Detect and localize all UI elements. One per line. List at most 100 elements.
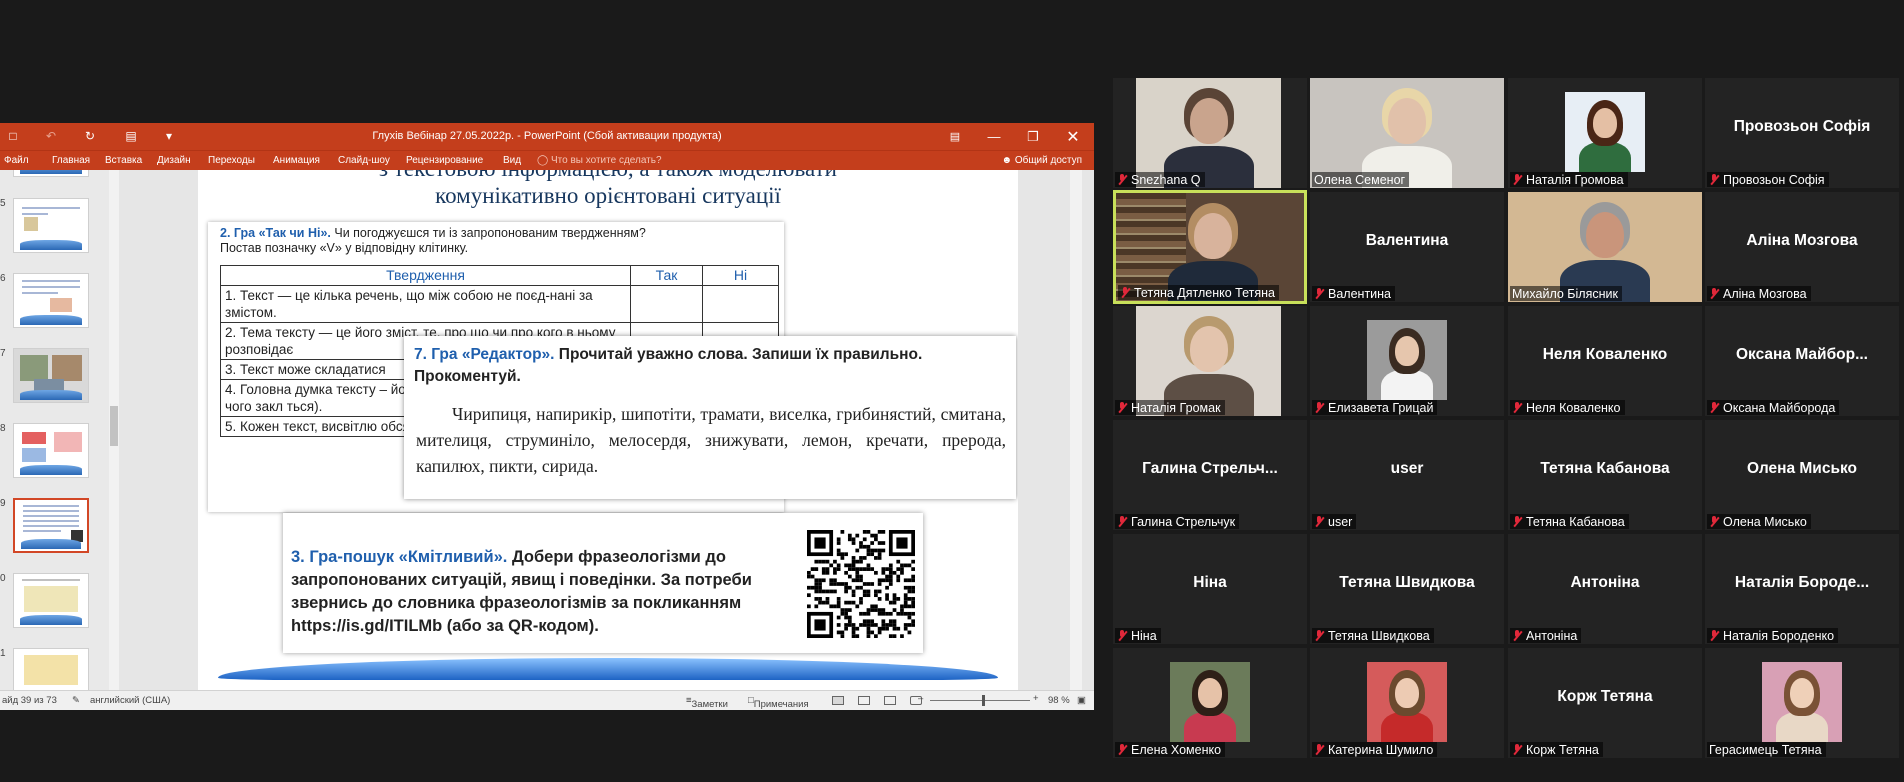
slide-thumbnail[interactable] xyxy=(13,273,89,328)
participant-tile[interactable]: Валентина Валентина xyxy=(1310,192,1504,302)
thumbnail-number: 9 xyxy=(0,498,6,509)
tab-design[interactable]: Дизайн xyxy=(157,155,191,166)
participant-name: Тетяна Кабанова xyxy=(1526,515,1625,529)
muted-mic-icon xyxy=(1709,516,1719,528)
participant-tile[interactable]: Ніна Ніна xyxy=(1113,534,1307,644)
participant-tile[interactable]: Герасимець Тетяна xyxy=(1705,648,1899,758)
muted-mic-icon xyxy=(1314,744,1324,756)
current-slide[interactable]: з текстовою інформацією, а також моделюв… xyxy=(198,170,1018,690)
participant-tile[interactable]: Наталія Бороде... Наталія Бороденко xyxy=(1705,534,1899,644)
tab-view[interactable]: Вид xyxy=(503,155,521,166)
participant-tile[interactable]: Неля Коваленко Неля Коваленко xyxy=(1508,306,1702,416)
zoom-slider[interactable] xyxy=(930,700,1030,701)
thumbnail-number: 0 xyxy=(0,573,6,584)
participant-tile[interactable]: user user xyxy=(1310,420,1504,530)
reading-view-icon[interactable] xyxy=(884,696,896,705)
participant-name: Snezhana Q xyxy=(1131,173,1201,187)
tab-file[interactable]: Файл xyxy=(4,155,29,166)
zoom-in-icon[interactable]: + xyxy=(1033,693,1039,704)
slide-thumbnail[interactable] xyxy=(13,170,89,177)
spellcheck-icon[interactable]: ✎ xyxy=(72,695,80,706)
participant-tile[interactable]: Аліна Мозгова Аліна Мозгова xyxy=(1705,192,1899,302)
comments-button[interactable]: □ Примечания xyxy=(748,695,809,710)
participant-name-label: Олена Семеног xyxy=(1312,172,1410,187)
slide-editor: з текстовою інформацією, а також моделюв… xyxy=(121,170,1082,690)
minimize-button[interactable]: — xyxy=(974,123,1014,150)
close-button[interactable]: ✕ xyxy=(1053,123,1093,150)
ribbon-tabs: Файл Главная Вставка Дизайн Переходы Ани… xyxy=(0,150,1094,170)
participant-tile[interactable]: Михайло Білясник xyxy=(1508,192,1702,302)
participant-tile[interactable]: Елизавета Грицай xyxy=(1310,306,1504,416)
participant-tile[interactable]: Тетяна Швидкова Тетяна Швидкова xyxy=(1310,534,1504,644)
slide-thumbnail-active[interactable] xyxy=(13,498,89,553)
normal-view-icon[interactable] xyxy=(832,696,844,705)
window-title: Глухів Вебінар 27.05.2022р. - PowerPoint… xyxy=(372,130,722,142)
task-editor-question: 7. Гра «Редактор». Прочитай уважно слова… xyxy=(414,344,1006,388)
participant-tile[interactable]: Олена Семеног xyxy=(1310,78,1504,188)
zoom-level[interactable]: 98 % xyxy=(1048,695,1070,706)
task-title: 7. Гра «Редактор». xyxy=(414,346,555,363)
slide-thumbnail[interactable] xyxy=(13,648,89,690)
participant-name: Валентина xyxy=(1328,287,1392,301)
participant-name-label: Михайло Білясник xyxy=(1510,286,1622,301)
participant-tile[interactable]: Олена Мисько Олена Мисько xyxy=(1705,420,1899,530)
participant-display-name: Антоніна xyxy=(1570,574,1640,591)
participant-tile[interactable]: Антоніна Антоніна xyxy=(1508,534,1702,644)
muted-mic-icon xyxy=(1512,516,1522,528)
misspelled-words: Чирипиця, напирикір, шипотіти, трамати, … xyxy=(416,404,1006,476)
participant-name-label: Тетяна Кабанова xyxy=(1510,514,1629,529)
participant-tile[interactable]: Наталія Громак xyxy=(1113,306,1307,416)
table-row: 1. Текст — це кілька речень, що між собо… xyxy=(220,285,779,323)
participant-tile[interactable]: Тетяна Дятленко Тетяна xyxy=(1113,190,1307,304)
participant-name-label: Тетяна Дятленко Тетяна xyxy=(1118,285,1279,300)
ppt-title-bar: □ ↶ ↻ ▤ ▾ Глухів Вебінар 27.05.2022р. - … xyxy=(0,123,1094,150)
thumbnail-number: 6 xyxy=(0,273,6,284)
participant-tile[interactable]: Провозьон Софія Провозьон Софія xyxy=(1705,78,1899,188)
participant-tile[interactable]: Елена Хоменко xyxy=(1113,648,1307,758)
muted-mic-icon xyxy=(1314,630,1324,642)
participant-name: Герасимець Тетяна xyxy=(1709,743,1822,757)
tab-insert[interactable]: Вставка xyxy=(105,155,142,166)
participant-tile[interactable]: Наталія Громова xyxy=(1508,78,1702,188)
participant-name: user xyxy=(1328,515,1353,529)
fit-slide-icon[interactable]: ▣ xyxy=(1077,695,1086,706)
participant-name: Провозьон Софія xyxy=(1723,173,1825,187)
slide-thumbnail[interactable] xyxy=(13,573,89,628)
notes-button[interactable]: ≡ Заметки xyxy=(686,695,728,710)
tab-review[interactable]: Рецензирование xyxy=(406,155,483,166)
tab-transitions[interactable]: Переходы xyxy=(208,155,255,166)
slide-heading-line1: з текстовою інформацією, а також моделюв… xyxy=(198,170,1018,182)
tell-me-box[interactable]: ◯ Что вы хотите сделать? xyxy=(537,155,662,166)
slide-sorter-icon[interactable] xyxy=(858,696,870,705)
profile-photo xyxy=(1565,92,1645,172)
slide-scrollbar[interactable] xyxy=(1070,170,1082,690)
language-indicator[interactable]: английский (США) xyxy=(90,695,170,706)
participant-name-label: Ніна xyxy=(1115,628,1161,643)
zoom-slider-handle[interactable] xyxy=(982,695,985,706)
slide-thumbnail[interactable] xyxy=(13,423,89,478)
participant-display-name: Провозьон Софія xyxy=(1733,118,1871,135)
share-label: Общий доступ xyxy=(1014,155,1082,166)
participant-tile[interactable]: Катерина Шумило xyxy=(1310,648,1504,758)
participant-tile[interactable]: Галина Стрельч... Галина Стрельчук xyxy=(1113,420,1307,530)
tab-slideshow[interactable]: Слайд-шоу xyxy=(338,155,390,166)
muted-mic-icon xyxy=(1314,402,1324,414)
slide-thumbnail[interactable] xyxy=(13,348,89,403)
tab-home[interactable]: Главная xyxy=(52,155,90,166)
participant-name-label: Елизавета Грицай xyxy=(1312,400,1438,415)
share-button[interactable]: ☻ Общий доступ xyxy=(1002,155,1083,166)
participant-tile[interactable]: Тетяна Кабанова Тетяна Кабанова xyxy=(1508,420,1702,530)
participant-tile[interactable]: Корж Тетяна Корж Тетяна xyxy=(1508,648,1702,758)
thumbnail-scrollbar[interactable] xyxy=(109,170,119,690)
tab-animations[interactable]: Анимация xyxy=(273,155,320,166)
participant-tile[interactable]: Оксана Майбор... Оксана Майборода xyxy=(1705,306,1899,416)
restore-button[interactable]: ❐ xyxy=(1013,123,1053,150)
participant-tile[interactable]: Snezhana Q xyxy=(1113,78,1307,188)
participant-display-name: Ніна xyxy=(1193,574,1227,591)
slide-thumbnail-pane[interactable]: 5 6 7 8 9 0 1 xyxy=(0,170,110,690)
zoom-out-icon[interactable]: – xyxy=(918,693,923,704)
ribbon-display-icon[interactable]: ▤ xyxy=(935,123,975,150)
slide-thumbnail[interactable] xyxy=(13,198,89,253)
participant-name-label: Олена Мисько xyxy=(1707,514,1811,529)
participant-name-label: Катерина Шумило xyxy=(1312,742,1438,757)
